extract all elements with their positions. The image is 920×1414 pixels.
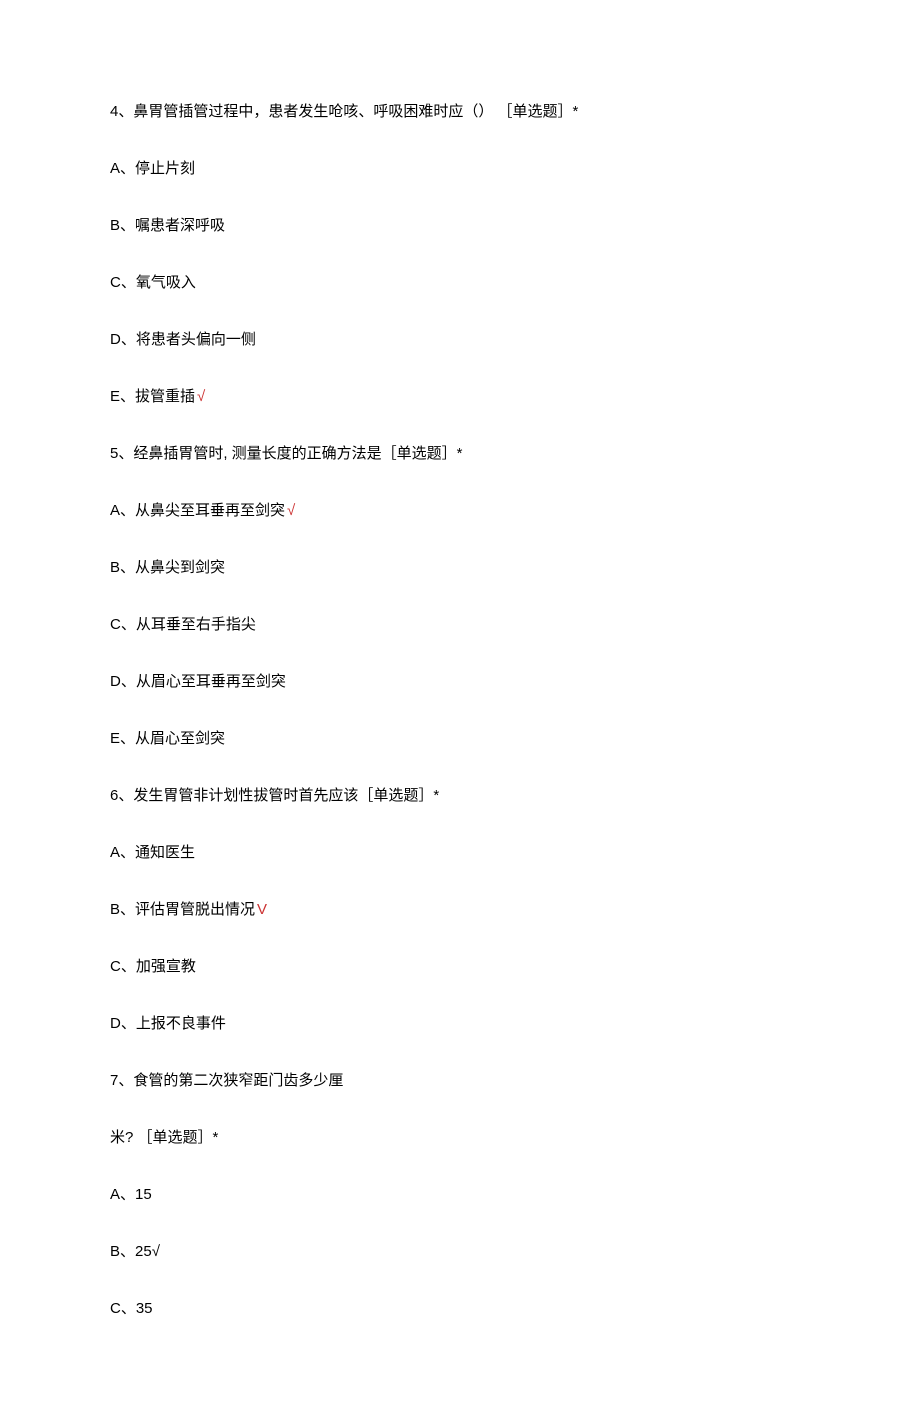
option-c: C、从耳垂至右手指尖 — [110, 613, 810, 637]
option-text: B、25√ — [110, 1243, 160, 1260]
option-text: A、停止片刻 — [110, 160, 195, 177]
option-a: A、从鼻尖至耳垂再至剑突√ — [110, 499, 810, 523]
option-text: C、加强宣教 — [110, 958, 196, 975]
option-b: B、从鼻尖到剑突 — [110, 556, 810, 580]
question-stem: 5、经鼻插胃管时, 测量长度的正确方法是［单选题］* — [110, 442, 810, 466]
option-text: A、15 — [110, 1186, 152, 1203]
question-stem-line-1: 7、食管的第二次狭窄距门齿多少厘 — [110, 1069, 810, 1093]
question-stem: 6、发生胃管非计划性拔管时首先应该［单选题］* — [110, 784, 810, 808]
option-c: C、加强宣教 — [110, 955, 810, 979]
option-text: A、通知医生 — [110, 844, 195, 861]
option-d: D、将患者头偏向一侧 — [110, 328, 810, 352]
option-text: A、从鼻尖至耳垂再至剑突 — [110, 502, 285, 519]
option-text: D、将患者头偏向一侧 — [110, 331, 256, 348]
option-a: A、通知医生 — [110, 841, 810, 865]
option-b: B、评估胃管脱出情况V — [110, 898, 810, 922]
option-text: C、35 — [110, 1300, 153, 1317]
option-a: A、15 — [110, 1183, 810, 1207]
option-text: E、拔管重插 — [110, 388, 195, 405]
option-text: B、评估胃管脱出情况 — [110, 901, 255, 918]
question-7: 7、食管的第二次狭窄距门齿多少厘 米? ［单选题］* A、15 B、25√ C、… — [110, 1069, 810, 1321]
option-text: C、从耳垂至右手指尖 — [110, 616, 256, 633]
option-d: D、上报不良事件 — [110, 1012, 810, 1036]
option-text: C、氧气吸入 — [110, 274, 196, 291]
check-icon: √ — [197, 388, 205, 405]
option-d: D、从眉心至耳垂再至剑突 — [110, 670, 810, 694]
question-stem-line-2: 米? ［单选题］* — [110, 1126, 810, 1150]
option-a: A、停止片刻 — [110, 157, 810, 181]
option-text: D、从眉心至耳垂再至剑突 — [110, 673, 286, 690]
question-5: 5、经鼻插胃管时, 测量长度的正确方法是［单选题］* A、从鼻尖至耳垂再至剑突√… — [110, 442, 810, 751]
question-4: 4、鼻胃管插管过程中，患者发生呛咳、呼吸困难时应（） ［单选题］* A、停止片刻… — [110, 100, 810, 409]
option-text: B、从鼻尖到剑突 — [110, 559, 225, 576]
option-b: B、嘱患者深呼吸 — [110, 214, 810, 238]
option-text: E、从眉心至剑突 — [110, 730, 225, 747]
check-icon: V — [257, 901, 267, 918]
option-text: D、上报不良事件 — [110, 1015, 226, 1032]
option-c: C、氧气吸入 — [110, 271, 810, 295]
option-b: B、25√ — [110, 1240, 810, 1264]
question-6: 6、发生胃管非计划性拔管时首先应该［单选题］* A、通知医生 B、评估胃管脱出情… — [110, 784, 810, 1036]
question-stem: 4、鼻胃管插管过程中，患者发生呛咳、呼吸困难时应（） ［单选题］* — [110, 100, 810, 124]
option-text: B、嘱患者深呼吸 — [110, 217, 225, 234]
option-e: E、拔管重插√ — [110, 385, 810, 409]
check-icon: √ — [287, 502, 295, 519]
option-e: E、从眉心至剑突 — [110, 727, 810, 751]
